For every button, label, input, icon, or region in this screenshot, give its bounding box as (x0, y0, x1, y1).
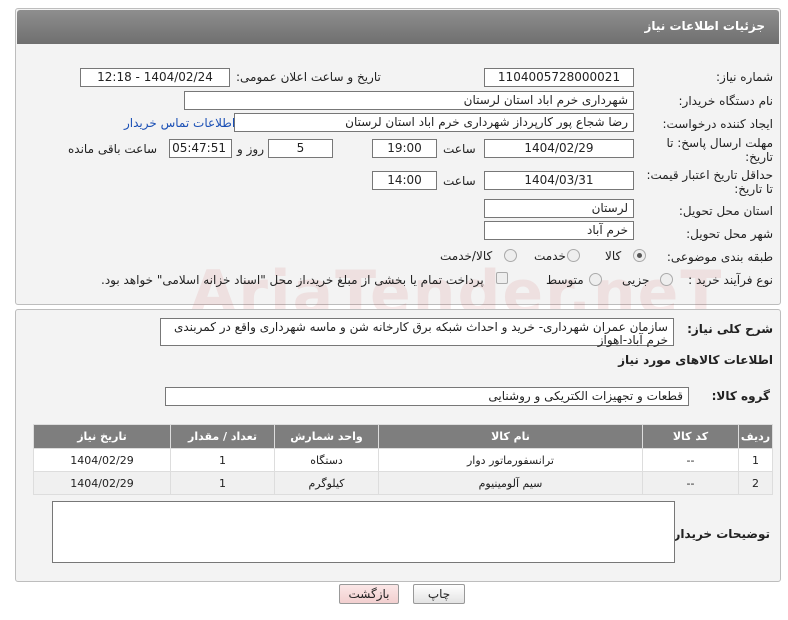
table-row: 1 -- ترانسفورماتور دوار دستگاه 1 1404/02… (33, 448, 773, 472)
price-deadline-label: حداقل تاریخ اعتبار قیمت: (646, 168, 773, 182)
reply-deadline-label-2: تاریخ: (745, 150, 773, 164)
creator-label: ایجاد کننده درخواست: (662, 117, 773, 131)
treasury-payment-note: پرداخت تمام یا بخشی از مبلغ خرید،از محل … (101, 273, 484, 287)
table-row: 2 -- سیم آلومینیوم کیلوگرم 1 1404/02/29 (33, 471, 773, 495)
buyer-notes-field (52, 501, 675, 563)
remaining-time-field: 05:47:51 (169, 139, 232, 158)
print-button[interactable]: چاپ (413, 584, 465, 604)
reply-date-field: 1404/02/29 (484, 139, 634, 158)
category-option-goods: کالا (605, 249, 622, 263)
price-date-field: 1404/03/31 (484, 171, 634, 190)
creator-field: رضا شجاع پور کارپرداز شهرداری خرم اباد ا… (234, 113, 634, 132)
panel-title: جزئیات اطلاعات نیاز (644, 19, 765, 33)
col-item-code: کد کالا (642, 424, 739, 449)
col-unit: واحد شمارش (274, 424, 379, 449)
process-option-medium: متوسط (546, 273, 584, 287)
col-item-name: نام کالا (378, 424, 643, 449)
process-radio-minor[interactable] (660, 273, 673, 286)
cell-need-date: 1404/02/29 (33, 471, 171, 495)
category-radio-goods[interactable] (633, 249, 646, 262)
category-option-service: خدمت (534, 249, 566, 263)
process-option-minor: جزیی (622, 273, 650, 287)
cell-item-name: سیم آلومینیوم (378, 471, 643, 495)
need-number-label: شماره نیاز: (716, 70, 773, 84)
announce-field: 1404/02/24 - 12:18 (80, 68, 230, 87)
category-radio-service[interactable] (567, 249, 580, 262)
panel-titlebar: جزئیات اطلاعات نیاز (17, 10, 779, 44)
province-label: استان محل تحویل: (678, 204, 773, 218)
process-radio-medium[interactable] (589, 273, 602, 286)
reply-deadline-label: مهلت ارسال پاسخ: تا (666, 136, 773, 150)
price-deadline-label-2: تا تاریخ: (734, 182, 773, 196)
buyer-org-field: شهرداری خرم اباد استان لرستان (184, 91, 634, 110)
cell-quantity: 1 (170, 471, 275, 495)
buyer-contact-link[interactable]: اطلاعات تماس خریدار (124, 116, 235, 130)
category-option-both: کالا/خدمت (440, 249, 493, 263)
category-label: طبقه بندی موضوعی: (666, 250, 773, 264)
goods-table: ردیف کد کالا نام کالا واحد شمارش تعداد /… (33, 424, 773, 495)
cell-row-number: 1 (738, 448, 773, 472)
cell-item-code: -- (642, 448, 739, 472)
goods-section-title: اطلاعات کالاهای مورد نیاز (618, 353, 773, 367)
table-header-row: ردیف کد کالا نام کالا واحد شمارش تعداد /… (33, 424, 773, 449)
back-button[interactable]: بازگشت (339, 584, 399, 604)
reply-time-label: ساعت (443, 142, 476, 156)
buyer-org-label: نام دستگاه خریدار: (678, 94, 774, 108)
remaining-label: ساعت باقی مانده (68, 142, 158, 156)
col-quantity: تعداد / مقدار (170, 424, 275, 449)
cell-unit: کیلوگرم (274, 471, 379, 495)
description-label: شرح کلی نیاز: (687, 322, 773, 336)
province-field: لرستان (484, 199, 634, 218)
category-radio-both[interactable] (504, 249, 517, 262)
days-label: روز و (237, 142, 264, 156)
city-field: خرم آباد (484, 221, 634, 240)
price-time-field: 14:00 (372, 171, 437, 190)
cell-quantity: 1 (170, 448, 275, 472)
cell-unit: دستگاه (274, 448, 379, 472)
cell-need-date: 1404/02/29 (33, 448, 171, 472)
buyer-notes-label: توضیحات خریدار: (668, 527, 770, 541)
cell-row-number: 2 (738, 471, 773, 495)
need-number-field: 1104005728000021 (484, 68, 634, 87)
announce-label: تاریخ و ساعت اعلان عمومی: (236, 70, 381, 84)
goods-group-label: گروه کالا: (711, 389, 770, 403)
treasury-payment-checkbox[interactable] (496, 272, 508, 284)
cell-item-code: -- (642, 471, 739, 495)
description-field: سازمان عمران شهرداری- خرید و احداث شبکه … (160, 318, 674, 347)
days-field: 5 (268, 139, 333, 158)
cell-item-name: ترانسفورماتور دوار (378, 448, 643, 472)
price-time-label: ساعت (443, 174, 476, 188)
reply-time-field: 19:00 (372, 139, 437, 158)
process-label: نوع فرآیند خرید : (688, 273, 773, 287)
col-row-number: ردیف (738, 424, 773, 449)
city-label: شهر محل تحویل: (686, 227, 773, 241)
goods-group-field: قطعات و تجهیزات الکتریکی و روشنایی (165, 387, 689, 406)
col-need-date: تاریخ نیاز (33, 424, 171, 449)
